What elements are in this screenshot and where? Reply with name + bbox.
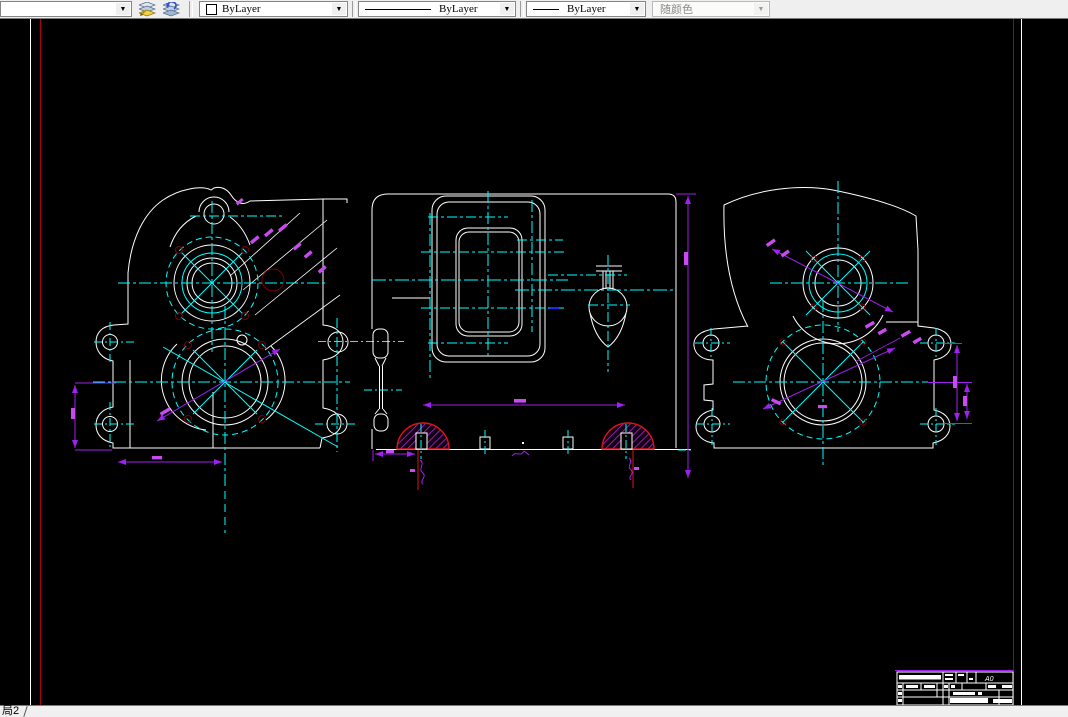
gearbox-housing-drawing: A0 <box>30 19 1022 706</box>
lineweight-sample <box>533 8 559 10</box>
lineweight-control[interactable]: ByLayer ▼ <box>526 1 646 17</box>
linetype-value: ByLayer <box>439 3 478 15</box>
layer-dropdown[interactable]: ▼ <box>0 1 132 17</box>
section-hatch-boss <box>396 422 655 450</box>
linetype-control[interactable]: ByLayer ▼ <box>358 1 516 17</box>
chevron-down-icon[interactable]: ▼ <box>630 3 644 15</box>
layers-undo-icon <box>163 1 180 16</box>
layer-previous-button[interactable] <box>160 0 183 18</box>
toolbar-separator <box>352 1 356 17</box>
title-block: A0 <box>895 670 1014 706</box>
color-value: ByLayer <box>222 3 261 15</box>
front-view <box>71 186 404 533</box>
layers-pencil-icon <box>139 1 156 16</box>
title-block-text-marks <box>898 674 1012 703</box>
chevron-down-icon[interactable]: ▼ <box>332 3 346 15</box>
linetype-sample <box>365 8 431 10</box>
top-view <box>364 191 696 490</box>
side-view <box>693 181 972 465</box>
toolbar-separator <box>189 1 193 17</box>
chevron-down-icon[interactable]: ▼ <box>500 3 514 15</box>
tab-edge <box>23 706 28 717</box>
dimension-text-marks <box>71 197 327 460</box>
lineweight-value: ByLayer <box>567 3 606 15</box>
layout-tab-bar: 局2 <box>0 705 1068 717</box>
cad-application: { "toolbar": { "layer_value": "", "color… <box>0 0 1068 717</box>
color-swatch <box>206 3 217 15</box>
drawing-canvas[interactable]: A0 <box>0 19 1068 706</box>
properties-toolbar: ▼ ByLayer ▼ ByLayer ▼ ByLayer ▼ 随颜色 ▼ <box>0 0 1068 19</box>
plot-style-control: 随颜色 ▼ <box>652 1 770 17</box>
paper-size-label: A0 <box>984 676 994 683</box>
toolbar-separator <box>520 1 524 17</box>
chevron-down-icon[interactable]: ▼ <box>116 3 130 15</box>
plot-style-value: 随颜色 <box>660 4 693 16</box>
layout-tab[interactable]: 局2 <box>2 706 19 717</box>
color-control[interactable]: ByLayer ▼ <box>199 1 348 17</box>
chevron-down-icon: ▼ <box>754 3 768 15</box>
make-object-layer-current-button[interactable] <box>136 0 159 18</box>
